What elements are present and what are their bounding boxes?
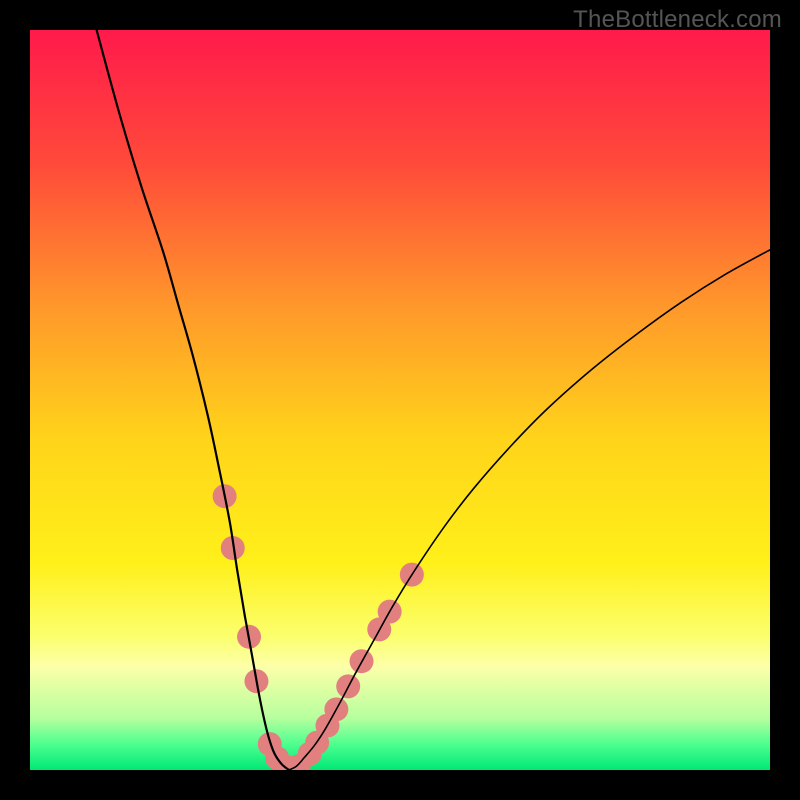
gradient-background [30,30,770,770]
watermark-text: TheBottleneck.com [573,6,782,34]
plot-frame [30,30,770,770]
chart-container: TheBottleneck.com [0,0,800,800]
chart-svg [30,30,770,770]
